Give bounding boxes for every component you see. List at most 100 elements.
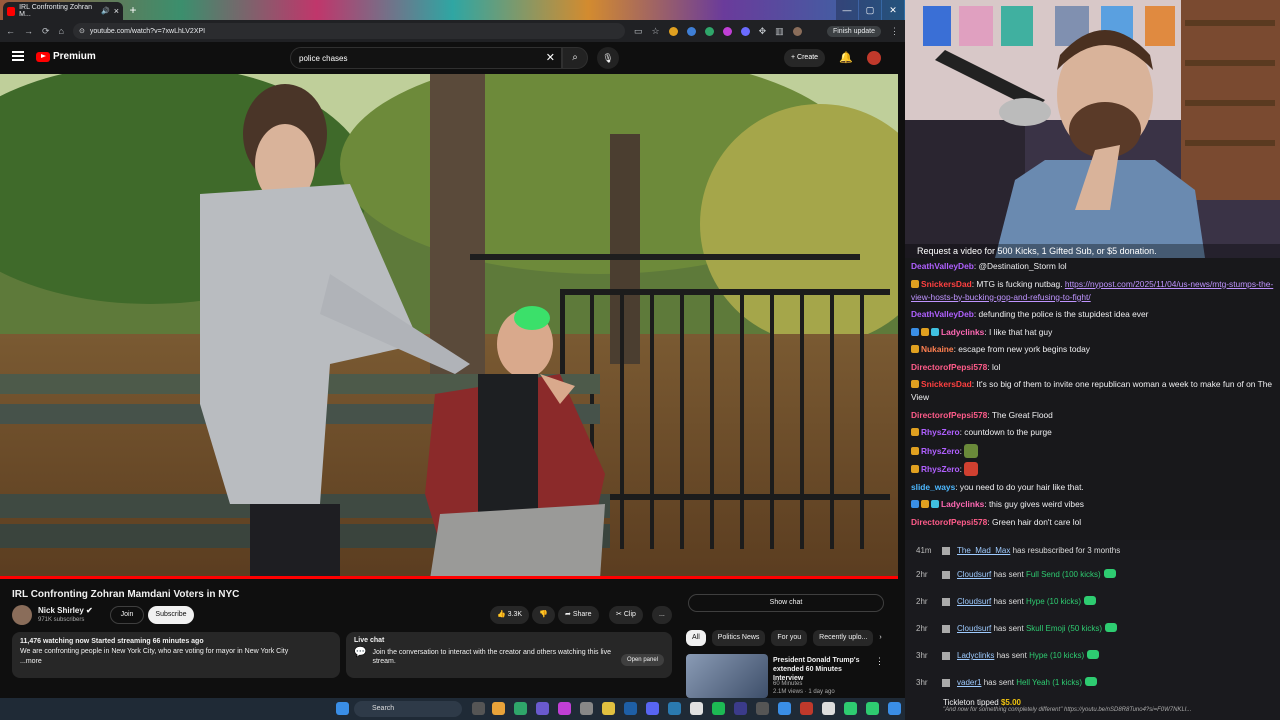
youtube-logo[interactable]: Premium [36, 51, 96, 62]
chat-username[interactable]: slide_ways [911, 482, 955, 492]
sidebar-icon[interactable]: ▥ [775, 26, 784, 37]
app-icon[interactable] [756, 702, 769, 715]
chat-username[interactable]: Ladyclinks [941, 327, 984, 337]
extensions-puzzle-icon[interactable]: ✥ [759, 26, 767, 37]
tab-close-icon[interactable]: × [114, 6, 119, 16]
chat-username[interactable]: DirectorofPepsi578 [911, 410, 987, 420]
app-icon[interactable] [778, 702, 791, 715]
back-icon[interactable]: ← [6, 26, 15, 36]
open-panel-button[interactable]: Open panel [620, 654, 664, 666]
browser-menu-icon[interactable]: ⋮ [890, 26, 899, 37]
app-icon[interactable] [822, 702, 835, 715]
forward-icon[interactable]: → [24, 26, 33, 36]
event-username[interactable]: Ladyclinks [957, 651, 994, 660]
recommended-video[interactable]: President Donald Trump's extended 60 Min… [686, 654, 886, 698]
cast-icon[interactable]: ▭ [634, 26, 643, 37]
windows-start-icon[interactable] [336, 702, 349, 715]
clear-search-icon[interactable]: ✕ [546, 51, 555, 64]
description-more[interactable]: ...more [20, 657, 332, 667]
chat-username[interactable]: DeathValleyDeb [911, 261, 974, 271]
app-icon[interactable] [536, 702, 549, 715]
extension-icon[interactable] [686, 26, 696, 36]
app-icon[interactable] [888, 702, 901, 715]
account-avatar[interactable] [867, 51, 881, 65]
extension-icon[interactable] [740, 26, 750, 36]
share-button[interactable]: ➦ Share [558, 606, 599, 624]
finish-update-button[interactable]: Finish update [826, 25, 881, 37]
chat-username[interactable]: Ladyclinks [941, 499, 984, 509]
join-button[interactable]: Join [110, 606, 144, 624]
event-username[interactable]: Cloudsurf [957, 624, 991, 633]
search-button[interactable]: ⌕ [562, 47, 588, 69]
chat-username[interactable]: DeathValleyDeb [911, 309, 974, 319]
event-username[interactable]: Cloudsurf [957, 570, 991, 579]
app-icon[interactable] [580, 702, 593, 715]
tip-username[interactable]: Tickleton [943, 698, 975, 707]
file-explorer-icon[interactable] [602, 702, 615, 715]
app-icon[interactable] [558, 702, 571, 715]
extension-icon[interactable] [722, 26, 732, 36]
chat-username[interactable]: RhysZero [921, 464, 960, 474]
recommended-thumbnail[interactable] [686, 654, 768, 698]
extension-icon[interactable] [668, 26, 678, 36]
chip-recently-uploaded[interactable]: Recently uplo... [813, 630, 874, 646]
app-icon[interactable] [800, 702, 813, 715]
dislike-button[interactable]: 👎 [532, 606, 555, 624]
chip-politics-news[interactable]: Politics News [711, 630, 766, 646]
bookmark-star-icon[interactable]: ☆ [652, 26, 660, 37]
channel-avatar[interactable] [12, 605, 32, 625]
chat-username[interactable]: DirectorofPepsi578 [911, 517, 987, 527]
show-chat-button[interactable]: Show chat [688, 594, 884, 612]
recommended-title[interactable]: President Donald Trump's extended 60 Min… [773, 656, 869, 683]
maximize-button[interactable]: ▢ [859, 0, 881, 20]
app-icon[interactable] [844, 702, 857, 715]
site-info-icon[interactable]: ⊙ [79, 27, 85, 35]
new-tab-button[interactable]: + [126, 3, 140, 17]
browser-tab-active[interactable]: IRL Confronting Zohran M... 🔊 × [3, 2, 123, 20]
event-username[interactable]: vader1 [957, 678, 981, 687]
chat-username[interactable]: DirectorofPepsi578 [911, 362, 987, 372]
app-icon[interactable] [690, 702, 703, 715]
chip-for-you[interactable]: For you [771, 630, 808, 646]
extension-icon[interactable] [704, 26, 714, 36]
search-input[interactable]: police chases ✕ [290, 47, 562, 69]
channel-name[interactable]: Nick Shirley ✔ [38, 606, 93, 615]
app-icon[interactable] [668, 702, 681, 715]
video-progress-bar[interactable] [0, 576, 898, 579]
chevron-right-icon[interactable]: › [879, 630, 881, 646]
speaker-icon[interactable]: 🔊 [101, 7, 110, 15]
chat-username[interactable]: RhysZero [921, 427, 960, 437]
more-actions-button[interactable]: ... [652, 606, 672, 624]
kebab-menu-icon[interactable]: ⋮ [875, 656, 884, 667]
clip-button[interactable]: ✂ Clip [609, 606, 643, 624]
chrome-icon[interactable] [514, 702, 527, 715]
address-bar[interactable]: ⊙ youtube.com/watch?v=7xwLhLV2XPI [72, 23, 625, 39]
voice-search-button[interactable]: 🎙 [597, 47, 619, 69]
spotify-icon[interactable] [712, 702, 725, 715]
hamburger-menu-icon[interactable] [12, 51, 24, 61]
subscribe-button[interactable]: Subscribe [148, 606, 194, 624]
chat-username[interactable]: SnickersDad [921, 379, 972, 389]
taskbar-search[interactable]: Search [354, 701, 462, 717]
discord-icon[interactable] [646, 702, 659, 715]
like-button[interactable]: 👍 3.3K [490, 606, 530, 624]
profile-avatar-icon[interactable] [792, 26, 802, 36]
chat-username[interactable]: Nukaine [921, 344, 954, 354]
app-icon[interactable] [624, 702, 637, 715]
reload-icon[interactable]: ⟳ [42, 26, 50, 37]
chat-username[interactable]: SnickersDad [921, 279, 972, 289]
notifications-bell-icon[interactable]: 🔔 [839, 51, 853, 64]
video-player[interactable] [0, 74, 898, 579]
chat-username[interactable]: RhysZero [921, 446, 960, 456]
app-icon[interactable] [492, 702, 505, 715]
kick-icon[interactable] [866, 702, 879, 715]
close-window-button[interactable]: ✕ [882, 0, 904, 20]
app-icon[interactable] [734, 702, 747, 715]
taskview-icon[interactable] [472, 702, 485, 715]
chip-all[interactable]: All [686, 630, 706, 646]
minimize-button[interactable]: — [836, 0, 858, 20]
description-box[interactable]: 11,476 watching now Started streaming 66… [12, 632, 340, 678]
home-icon[interactable]: ⌂ [59, 26, 64, 36]
event-username[interactable]: Cloudsurf [957, 597, 991, 606]
event-username[interactable]: The_Mad_Max [957, 546, 1010, 555]
